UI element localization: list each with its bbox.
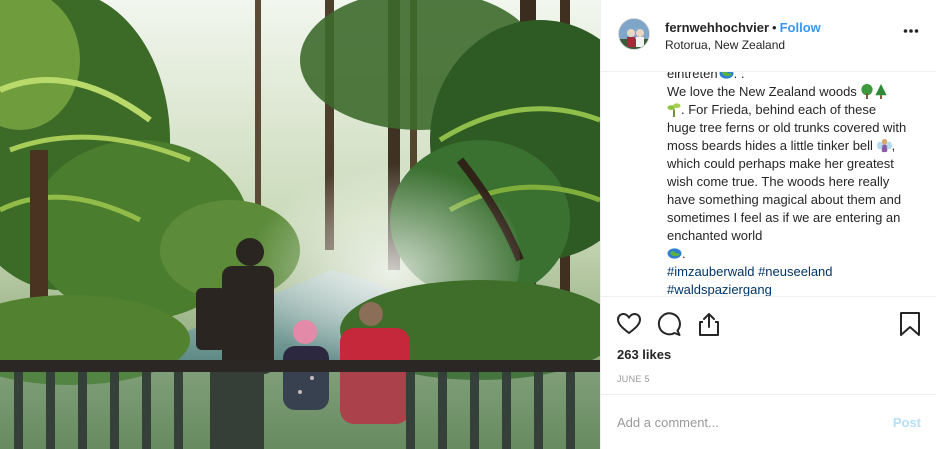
avatar-image: [619, 19, 649, 49]
avatar[interactable]: [618, 18, 650, 50]
comment-input[interactable]: [617, 412, 877, 432]
tree-emoji-icon: [875, 84, 888, 99]
comment-bar: Post: [601, 394, 936, 449]
user-line: fernwehhochvier • Follow: [665, 20, 821, 35]
hashtag-link[interactable]: #imzauberwald: [667, 264, 754, 279]
forest-photo-illustration: [0, 0, 600, 449]
caption-text: eintreten . . We love the New Zealand woo…: [667, 72, 907, 296]
heart-icon[interactable]: [616, 311, 642, 337]
bookmark-icon[interactable]: [897, 311, 923, 337]
location-link[interactable]: Rotorua, New Zealand: [665, 38, 785, 52]
post-photo[interactable]: [0, 0, 600, 449]
hashtags: #imzauberwald #neuseeland #waldspazierga…: [667, 263, 907, 296]
caption-scroll-area[interactable]: eintreten . . We love the New Zealand woo…: [601, 72, 936, 296]
caption-paragraph: We love the New Zealand woods . For Frie…: [667, 84, 907, 261]
caption-top-text: eintreten: [667, 72, 718, 81]
hashtag-link[interactable]: #neuseeland: [758, 264, 832, 279]
caption-line-top: eintreten . .: [667, 72, 907, 83]
share-icon[interactable]: [696, 311, 722, 337]
caption-body-2: . For Frieda, behind each of these huge …: [667, 102, 907, 153]
post-side-panel: fernwehhochvier • Follow Rotorua, New Zeal…: [600, 0, 936, 449]
sprout-emoji-icon: [667, 103, 681, 117]
more-options-icon[interactable]: [903, 28, 919, 34]
post-header: fernwehhochvier • Follow Rotorua, New Zeal…: [601, 0, 936, 72]
fairy-emoji-icon: [876, 138, 892, 153]
caption-body-1: We love the New Zealand woods: [667, 84, 857, 99]
username-link[interactable]: fernwehhochvier: [665, 20, 769, 35]
separator-dot: •: [772, 20, 777, 35]
globe-emoji-icon: [719, 72, 734, 79]
post-date[interactable]: JUNE 5: [617, 374, 650, 384]
instagram-post: fernwehhochvier • Follow Rotorua, New Zeal…: [0, 0, 936, 449]
follow-button[interactable]: Follow: [780, 20, 821, 35]
caption-top-suffix: . .: [733, 72, 745, 81]
comment-icon[interactable]: [656, 311, 682, 337]
post-comment-button[interactable]: Post: [893, 415, 921, 430]
likes-count[interactable]: 263 likes: [617, 347, 671, 362]
tree-emoji-icon: [861, 84, 874, 99]
caption-body-3: , which could perhaps make her greatest …: [667, 138, 902, 243]
hashtag-link[interactable]: #waldspaziergang: [667, 282, 772, 296]
globe-emoji-icon: [667, 248, 682, 259]
